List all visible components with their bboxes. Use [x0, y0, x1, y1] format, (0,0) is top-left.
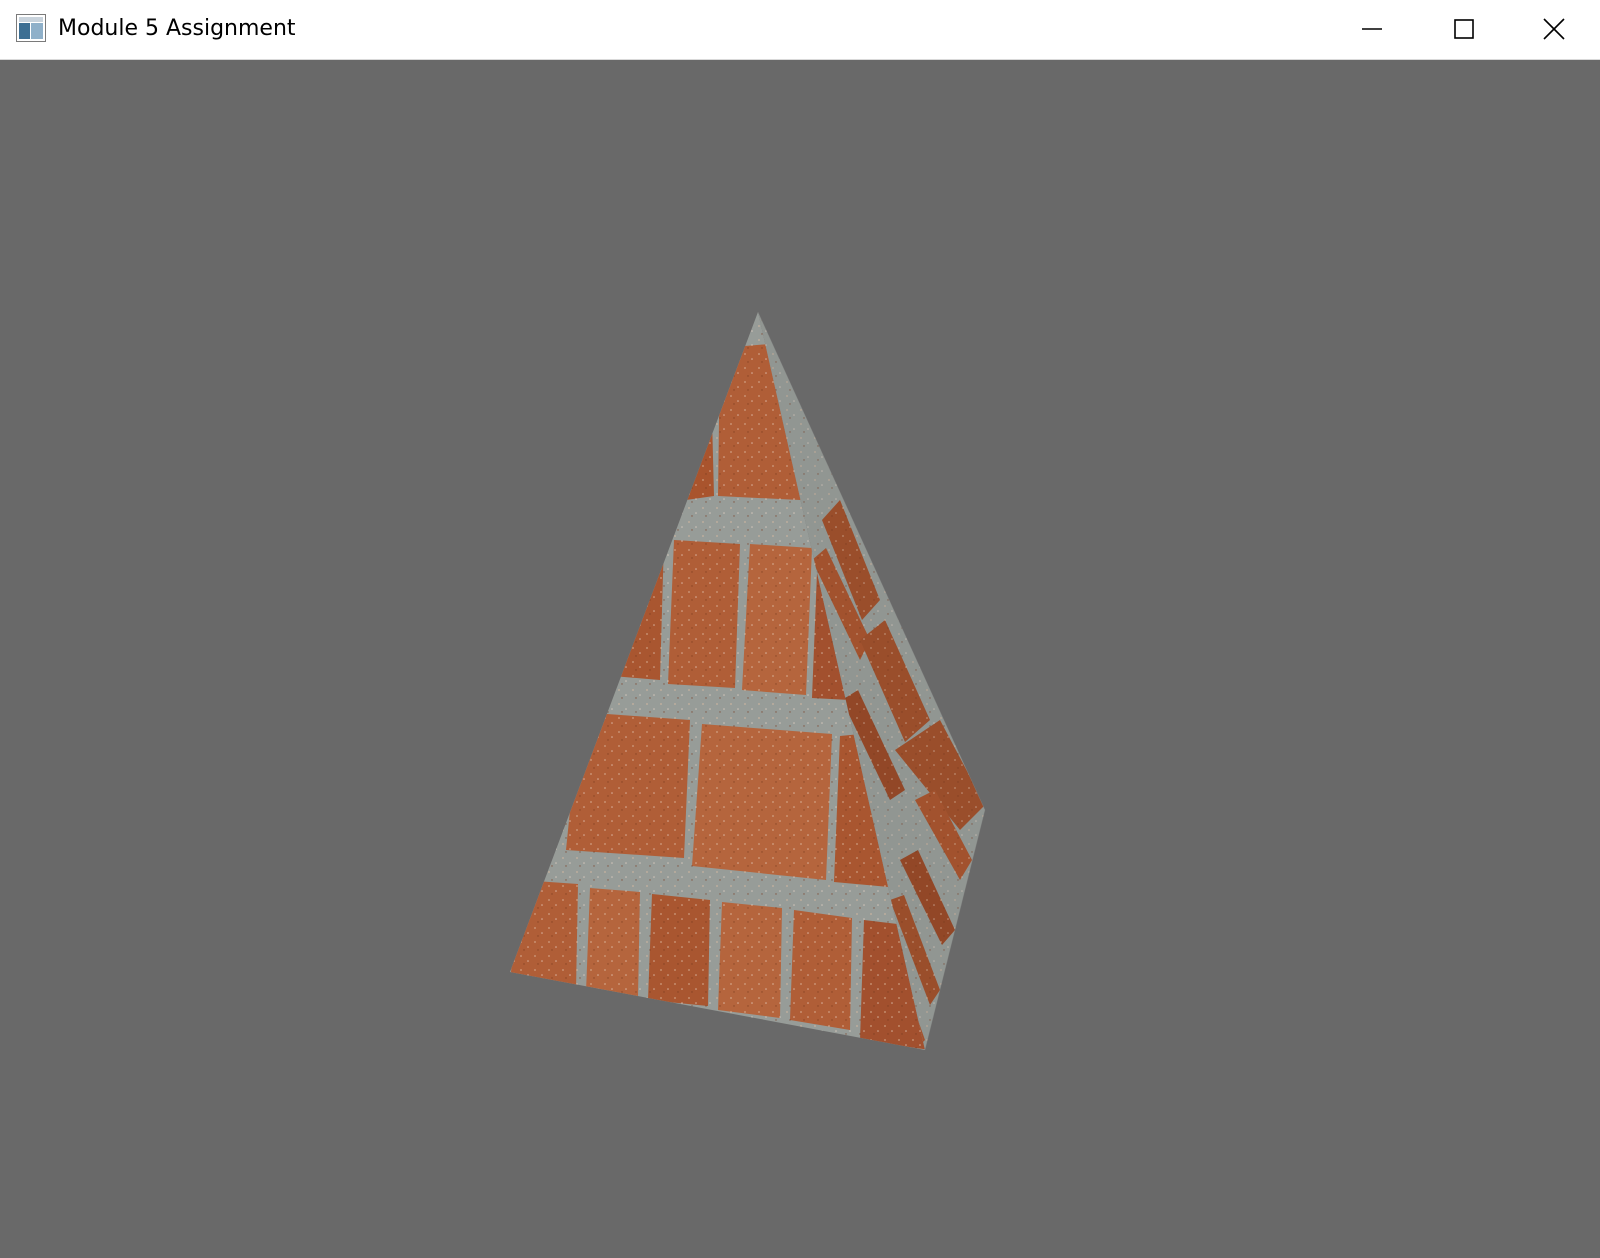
minimize-icon: [1361, 18, 1383, 40]
close-button[interactable]: [1508, 0, 1600, 58]
minimize-button[interactable]: [1326, 0, 1418, 58]
maximize-button[interactable]: [1418, 0, 1510, 58]
close-icon: [1543, 18, 1565, 40]
opengl-viewport[interactable]: [0, 60, 1600, 1258]
pyramid-scene: [510, 311, 986, 1051]
window-title: Module 5 Assignment: [58, 16, 296, 41]
app-window: Module 5 Assignment: [0, 0, 1600, 1258]
title-bar[interactable]: Module 5 Assignment: [0, 0, 1600, 60]
application-window-icon[interactable]: [16, 14, 46, 42]
maximize-icon: [1453, 18, 1475, 40]
